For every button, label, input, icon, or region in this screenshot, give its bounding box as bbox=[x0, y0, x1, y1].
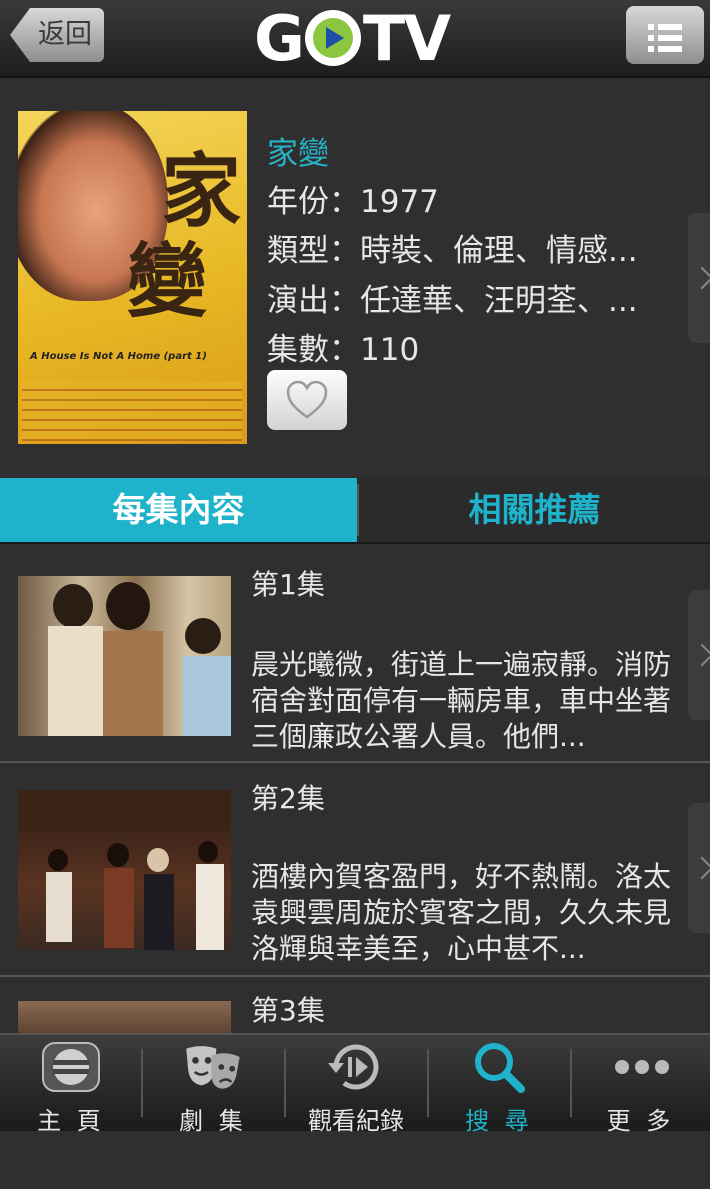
history-play-icon bbox=[326, 1039, 386, 1095]
episode-thumbnail bbox=[18, 790, 231, 950]
logo-play-icon bbox=[304, 10, 361, 66]
nav-search-label: 搜 尋 bbox=[465, 1107, 533, 1135]
episode-description: 晨光曦微，街道上一遍寂靜。消防宿舍對面停有一輛房車，車中坐著三個廉政公署人員。他… bbox=[251, 648, 672, 753]
nav-history-label: 觀看紀錄 bbox=[308, 1107, 404, 1135]
menu-list-button[interactable] bbox=[626, 6, 704, 64]
logo-text-g: G bbox=[254, 1, 305, 75]
nav-home[interactable]: 主 頁 bbox=[0, 1035, 142, 1135]
search-icon bbox=[469, 1039, 529, 1095]
gotv-logo: G TV bbox=[254, 2, 451, 75]
chevron-right-icon bbox=[690, 856, 710, 880]
poster-title-char-1: 家 bbox=[161, 144, 241, 238]
nav-drama[interactable]: 劇 集 bbox=[142, 1035, 284, 1135]
episode-description: 酒樓內賀客盈門，好不熱鬧。洛太袁興雲周旋於賓客之間，久久未見洛輝與幸美至，心中甚… bbox=[251, 860, 672, 965]
drama-title: 家變 bbox=[267, 136, 329, 172]
nav-home-label: 主 頁 bbox=[37, 1107, 105, 1135]
episode-item[interactable]: 第1集 晨光曦微，街道上一遍寂靜。消防宿舍對面停有一輛房車，車中坐著三個廉政公署… bbox=[0, 549, 710, 763]
list-icon bbox=[648, 24, 682, 30]
more-dots-icon bbox=[612, 1039, 672, 1095]
back-button[interactable]: 返回 bbox=[10, 8, 104, 62]
logo-text-tv: TV bbox=[362, 1, 451, 75]
episode-title: 第3集 bbox=[251, 994, 325, 1027]
episode-thumbnail bbox=[18, 1001, 231, 1033]
episode-title: 第2集 bbox=[251, 782, 325, 815]
nav-more[interactable]: 更 多 bbox=[571, 1035, 710, 1135]
nav-drama-label: 劇 集 bbox=[179, 1107, 247, 1135]
episode-next-handle[interactable] bbox=[688, 590, 710, 720]
heart-icon bbox=[286, 380, 328, 419]
detail-next-handle[interactable] bbox=[688, 213, 710, 343]
episode-item[interactable]: 第2集 酒樓內賀客盈門，好不熱鬧。洛太袁興雲周旋於賓客之間，久久未見洛輝與幸美至… bbox=[0, 763, 710, 977]
poster-title-char-2: 變 bbox=[127, 234, 207, 328]
episode-thumbnail bbox=[18, 576, 231, 736]
episodes-count-line: 集數：110 bbox=[267, 332, 420, 368]
genre-line: 類型：時裝、倫理、情感... bbox=[267, 233, 638, 269]
episode-next-handle[interactable] bbox=[688, 803, 710, 933]
content-tabs: 每集內容 相關推薦 bbox=[0, 478, 710, 544]
cast-line: 演出：任達華、汪明荃、... bbox=[267, 283, 638, 319]
nav-more-label: 更 多 bbox=[606, 1107, 675, 1135]
drama-poster: 家 變 A House Is Not A Home (part 1) bbox=[18, 111, 247, 444]
nav-history[interactable]: 觀看紀錄 bbox=[285, 1035, 427, 1135]
year-line: 年份：1977 bbox=[267, 184, 439, 220]
chevron-right-icon bbox=[690, 266, 710, 290]
top-bar: 返回 G TV bbox=[0, 0, 710, 78]
tab-related-recommendations[interactable]: 相關推薦 bbox=[359, 478, 710, 542]
bottom-navigation: 主 頁 劇 集 觀看紀錄 搜 尋 更 多 bbox=[0, 1033, 710, 1135]
home-icon bbox=[41, 1039, 101, 1095]
favorite-button[interactable] bbox=[267, 370, 347, 430]
chevron-right-icon bbox=[690, 643, 710, 667]
poster-english-title: A House Is Not A Home (part 1) bbox=[30, 351, 207, 362]
drama-masks-icon bbox=[183, 1039, 243, 1095]
nav-search[interactable]: 搜 尋 bbox=[428, 1035, 570, 1135]
tab-episode-content[interactable]: 每集內容 bbox=[0, 478, 357, 542]
episode-title: 第1集 bbox=[251, 568, 325, 601]
